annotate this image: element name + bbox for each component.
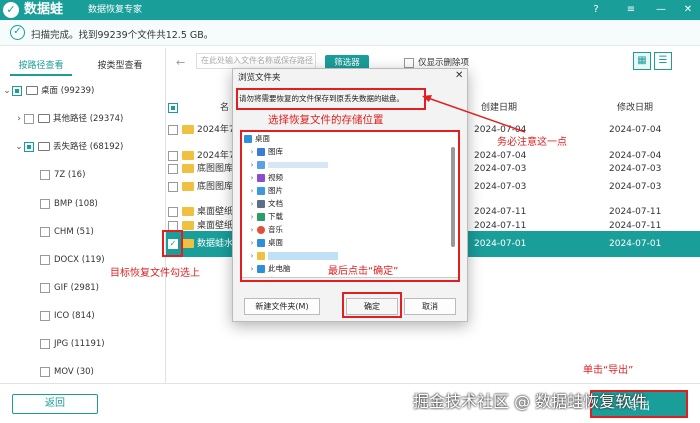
folder-icon — [38, 142, 50, 151]
tree-item-other-path[interactable]: › 其他路径 (29374) — [14, 106, 179, 132]
folder-icon — [38, 114, 50, 123]
file-name: 底图图库 — [197, 164, 234, 174]
folder-icon — [182, 164, 194, 173]
tree-label: MOV (30) — [54, 367, 94, 377]
tree-checkbox[interactable] — [40, 198, 50, 209]
row-checkbox[interactable] — [168, 181, 178, 192]
tree-checkbox[interactable] — [40, 282, 50, 293]
tree-label: 其他路径 (29374) — [53, 114, 124, 124]
annotation-click-export: 单击“导出” — [583, 365, 634, 376]
tree-item-type[interactable]: ICO (814) — [40, 303, 205, 329]
annotation-arrow — [422, 95, 526, 133]
grid-view-icon[interactable]: ▦ — [633, 52, 651, 70]
close-button[interactable]: ✕ — [681, 3, 695, 17]
tab-by-path[interactable]: 按路径查看 — [10, 56, 72, 76]
app-subtitle: 数据恢复专家 — [88, 5, 143, 15]
tree-checkbox[interactable] — [40, 338, 50, 349]
created-date: 2024-07-01 — [474, 239, 527, 249]
annotation-tree-box — [240, 130, 460, 282]
tree-checkbox[interactable] — [40, 366, 50, 377]
new-folder-button[interactable]: 新建文件夹(M) — [244, 298, 320, 315]
tree-checkbox[interactable] — [24, 113, 34, 124]
list-view-icon[interactable]: ☰ — [654, 52, 672, 70]
chevron-down-icon[interactable]: ⌄ — [14, 134, 24, 160]
tree-item-desktop[interactable]: ⌄ 桌面 (99239) — [2, 78, 167, 104]
drive-icon — [26, 86, 38, 95]
tree-label: 7Z (16) — [54, 170, 86, 180]
tree-label: DOCX (119) — [54, 255, 105, 265]
row-checkbox[interactable] — [168, 163, 178, 174]
file-name: 桌面壁纸 — [197, 221, 234, 231]
watermark-text: 掘金技术社区 @ 数据蛙恢复软件 — [413, 392, 648, 411]
tree-label: 桌面 (99239) — [41, 86, 95, 96]
tree-label: GIF (2981) — [54, 283, 99, 293]
tree-checkbox[interactable] — [40, 254, 50, 265]
tree-checkbox[interactable] — [40, 226, 50, 237]
minimize-button[interactable]: — — [654, 3, 668, 17]
dialog-message: 请勿将需要恢复的文件保存到原丢失数据的磁盘。 — [239, 94, 404, 103]
chevron-right-icon[interactable]: › — [14, 106, 24, 132]
path-search-input[interactable]: 在此处输入文件名称或保存路径 — [196, 53, 316, 69]
annotation-choose-location: 选择恢复文件的存储位置 — [268, 114, 384, 126]
created-date: 2024-07-03 — [474, 182, 527, 192]
scan-status-text: 扫描完成。找到99239个文件共12.5 GB。 — [31, 30, 214, 41]
only-deleted-toggle[interactable]: 仅显示删除项 — [404, 56, 469, 68]
check-circle-icon: ✓ — [10, 25, 25, 40]
modified-date: 2024-07-01 — [609, 239, 662, 249]
help-button[interactable]: ? — [589, 3, 603, 17]
annotation-check-target: 目标恢复文件勾选上 — [110, 268, 200, 279]
modified-date: 2024-07-03 — [609, 182, 662, 192]
file-name: 底图图库 — [197, 182, 234, 192]
tree-checkbox[interactable] — [24, 141, 34, 152]
tree-item-type[interactable]: MOV (30) — [40, 359, 205, 385]
tree-label: CHM (51) — [54, 227, 94, 237]
tree-item-lost-path[interactable]: ⌄ 丢失路径 (68192) — [14, 134, 179, 160]
select-all-checkbox[interactable] — [168, 103, 182, 114]
row-checkbox[interactable] — [168, 124, 178, 135]
back-button[interactable]: 返回 — [12, 394, 98, 414]
tree-checkbox[interactable] — [40, 169, 50, 180]
tree-checkbox[interactable] — [12, 85, 22, 96]
tab-by-type[interactable]: 按类型查看 — [85, 56, 155, 76]
only-deleted-label: 仅显示删除项 — [418, 58, 470, 68]
dialog-title: 浏览文件夹 — [238, 73, 281, 83]
menu-button[interactable]: ≡ — [624, 3, 638, 17]
tree-checkbox[interactable] — [40, 310, 50, 321]
col-header-modified[interactable]: 修改日期 — [617, 100, 653, 113]
app-name: 数据蛙 — [24, 2, 64, 17]
row-checkbox[interactable] — [168, 220, 178, 231]
back-arrow-icon[interactable]: ← — [176, 56, 185, 69]
folder-icon — [182, 182, 194, 191]
dialog-close-icon[interactable]: ✕ — [455, 70, 463, 81]
checkbox[interactable] — [404, 57, 414, 68]
cancel-button[interactable]: 取消 — [404, 298, 456, 315]
folder-icon — [182, 221, 194, 230]
tree-label: 丢失路径 (68192) — [53, 142, 124, 152]
tree-label: BMP (108) — [54, 199, 98, 209]
annotation-finally-click: 最后点击“确定” — [328, 266, 399, 277]
annotation-checkbox-box — [162, 230, 183, 257]
folder-icon — [182, 239, 194, 248]
annotation-ok-box — [342, 292, 402, 318]
frog-logo-icon: ✓ — [3, 2, 19, 18]
modified-date: 2024-07-04 — [609, 125, 662, 135]
tree-item-type[interactable]: JPG (11191) — [40, 331, 205, 357]
tree-label: JPG (11191) — [54, 339, 105, 349]
tree-label: ICO (814) — [54, 311, 95, 321]
col-header-name[interactable]: 名 — [220, 100, 229, 113]
chevron-down-icon[interactable]: ⌄ — [2, 78, 12, 104]
folder-icon — [182, 125, 194, 134]
